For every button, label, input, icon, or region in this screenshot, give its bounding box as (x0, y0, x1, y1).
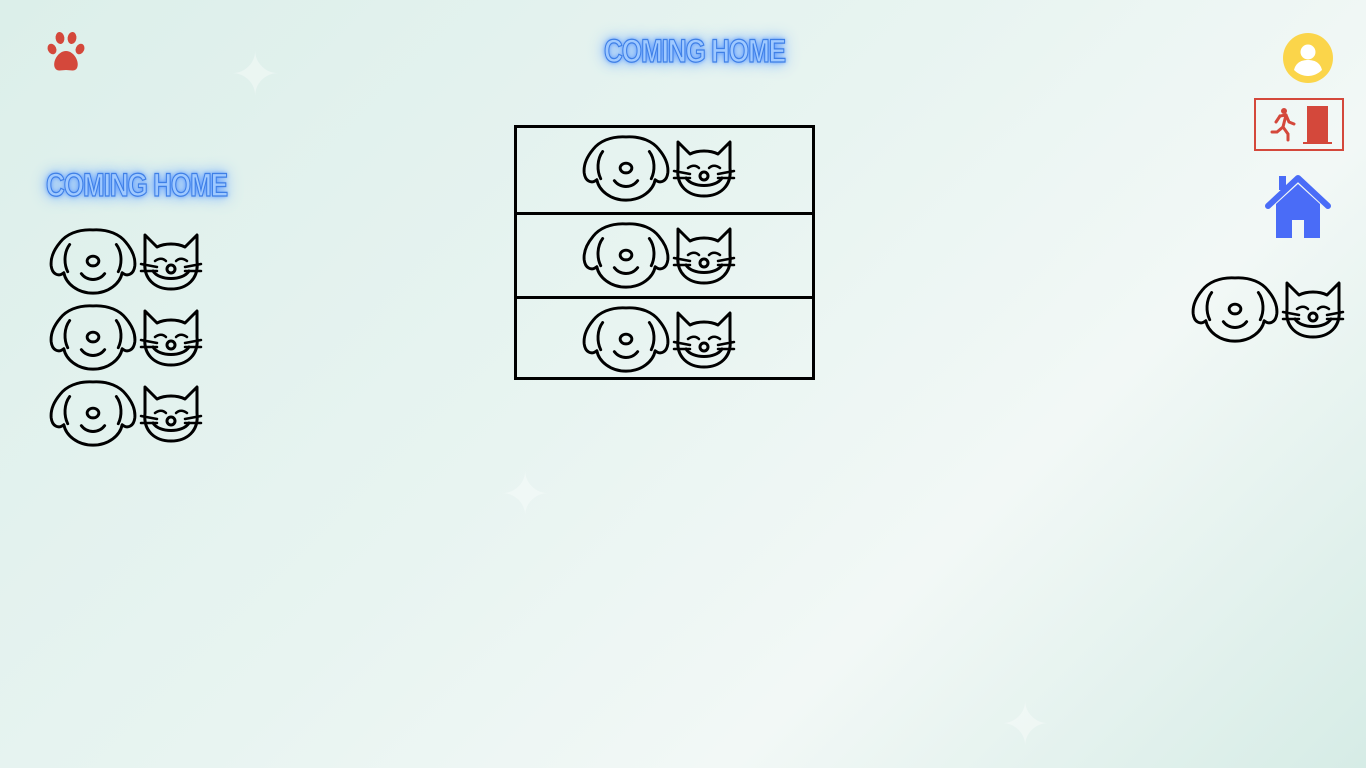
sidebar-title: COMING HOME (45, 166, 228, 205)
pet-pair (580, 221, 740, 293)
dog-icon (582, 222, 670, 289)
pet-pair (580, 134, 740, 206)
cat-icon (139, 385, 203, 443)
watermark-paw-icon: ✦ (500, 460, 551, 530)
page-title: COMING HOME (603, 32, 786, 71)
user-circle-icon[interactable] (1282, 32, 1334, 84)
dog-icon (1191, 276, 1279, 343)
cat-icon (139, 233, 203, 291)
dog-icon (582, 135, 670, 202)
cat-icon (672, 140, 736, 198)
pet-grid (514, 125, 815, 380)
cat-icon (1281, 281, 1345, 339)
pet-grid-cell-1[interactable] (517, 128, 812, 212)
pet-grid-cell-2[interactable] (517, 212, 812, 296)
pet-grid-cell-3[interactable] (517, 296, 812, 380)
sidebar-pet-item-3[interactable] (47, 379, 207, 451)
sidebar-pet-item-2[interactable] (47, 303, 207, 375)
cat-icon (672, 227, 736, 285)
logout-button[interactable] (1254, 98, 1344, 151)
watermark-paw-icon: ✦ (230, 40, 281, 110)
cat-icon (139, 309, 203, 367)
sidebar-pet-item-1[interactable] (47, 227, 207, 299)
dog-icon (49, 380, 137, 447)
watermark-paw-icon: ✦ (1000, 690, 1051, 760)
home-icon[interactable] (1264, 174, 1332, 240)
pet-pair (580, 305, 740, 377)
dog-icon (49, 304, 137, 371)
cat-icon (672, 311, 736, 369)
dog-icon (49, 228, 137, 295)
dog-icon (582, 306, 670, 373)
pets-nav-button[interactable] (1189, 275, 1349, 347)
paw-icon[interactable] (43, 29, 89, 75)
exit-door-icon (1270, 106, 1332, 144)
